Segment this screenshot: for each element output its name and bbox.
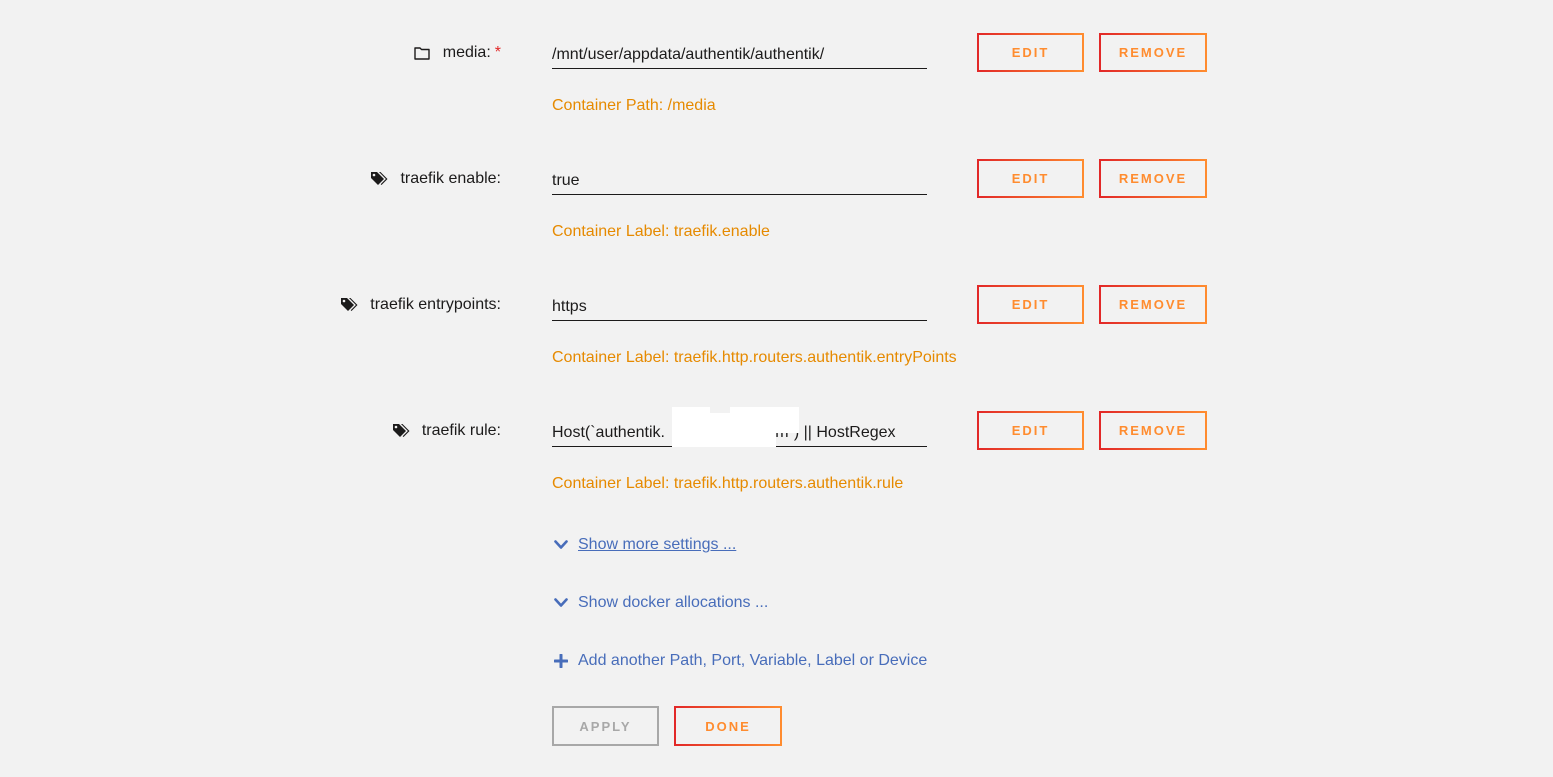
config-row-traefik-rule: traefik rule: Host(`authentik. .com`) ||…	[0, 389, 1553, 492]
done-button[interactable]: DONE	[674, 706, 782, 746]
add-another-link[interactable]: Add another Path, Port, Variable, Label …	[552, 652, 927, 670]
edit-button[interactable]: EDIT	[977, 285, 1084, 324]
remove-button[interactable]: REMOVE	[1099, 159, 1207, 198]
remove-button[interactable]: REMOVE	[1099, 33, 1207, 72]
chevron-down-icon	[552, 536, 570, 554]
container-label-hint: Container Label: traefik.http.routers.au…	[552, 475, 904, 492]
plus-icon	[552, 652, 570, 670]
edit-button[interactable]: EDIT	[977, 411, 1084, 450]
show-more-settings-link[interactable]: Show more settings ...	[552, 536, 736, 554]
traefik-enable-field[interactable]: true	[552, 167, 927, 195]
docker-container-settings: media: * /mnt/user/appdata/authentik/auth…	[0, 0, 1553, 777]
remove-button[interactable]: REMOVE	[1099, 411, 1207, 450]
traefik-entrypoints-field[interactable]: https	[552, 293, 927, 321]
redaction-block	[774, 407, 799, 433]
row-label: traefik entrypoints:	[340, 296, 501, 314]
config-row-traefik-enable: traefik enable: true Container Label: tr…	[0, 137, 1553, 240]
config-row-media: media: * /mnt/user/appdata/authentik/auth…	[0, 11, 1553, 114]
media-path-field[interactable]: /mnt/user/appdata/authentik/authentik/	[552, 41, 927, 69]
redaction-block	[708, 413, 732, 447]
tags-icon	[370, 170, 388, 188]
redaction-block	[730, 407, 776, 447]
edit-button[interactable]: EDIT	[977, 33, 1084, 72]
show-docker-allocations-text[interactable]: Show docker allocations ...	[578, 594, 768, 612]
add-another-text[interactable]: Add another Path, Port, Variable, Label …	[578, 652, 927, 670]
folder-icon	[413, 44, 431, 62]
redaction-block	[672, 407, 710, 447]
config-row-traefik-entrypoints: traefik entrypoints: https Container Lab…	[0, 263, 1553, 366]
row-label-text: traefik entrypoints:	[370, 296, 501, 313]
row-label: traefik enable:	[370, 170, 501, 188]
chevron-down-icon	[552, 594, 570, 612]
required-mark: *	[494, 44, 501, 61]
row-label-text: traefik enable:	[400, 170, 501, 187]
apply-button[interactable]: APPLY	[552, 706, 659, 746]
edit-button[interactable]: EDIT	[977, 159, 1084, 198]
remove-button[interactable]: REMOVE	[1099, 285, 1207, 324]
container-label-hint: Container Label: traefik.http.routers.au…	[552, 349, 957, 366]
row-label-text: traefik rule:	[421, 422, 501, 439]
show-more-settings-text[interactable]: Show more settings ...	[578, 536, 736, 554]
container-label-hint: Container Label: traefik.enable	[552, 223, 770, 240]
tags-icon	[392, 422, 410, 440]
row-label: media: *	[413, 44, 501, 62]
container-path-hint: Container Path: /media	[552, 97, 716, 114]
row-label-text: media:	[442, 44, 491, 61]
show-docker-allocations-link[interactable]: Show docker allocations ...	[552, 594, 768, 612]
row-label: traefik rule:	[392, 422, 501, 440]
tags-icon	[340, 296, 358, 314]
